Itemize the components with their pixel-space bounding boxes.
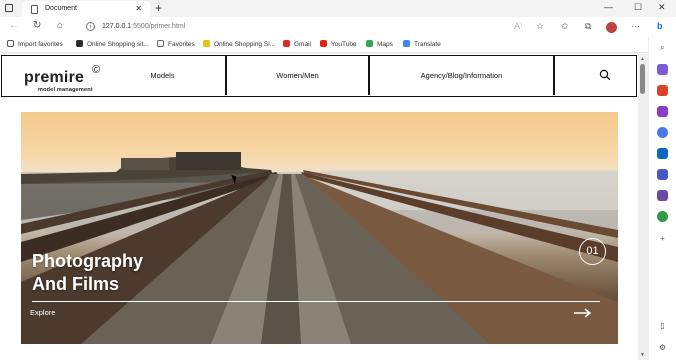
- favorites-bar: Import favorites Online Shopping sit... …: [0, 37, 676, 53]
- favorite-label: Online Shopping sit...: [87, 41, 149, 48]
- hero-slide: Photography And Films 01 Explore: [21, 112, 618, 344]
- shopping-icon: [203, 40, 210, 47]
- tag-icon[interactable]: [657, 64, 668, 75]
- favorite-label: Translate: [414, 41, 441, 48]
- favorite-shopping-1[interactable]: Online Shopping sit...: [76, 40, 149, 48]
- scroll-up-icon[interactable]: ▲: [640, 56, 645, 62]
- drop-icon[interactable]: [657, 190, 668, 201]
- pier-photo: [21, 152, 618, 344]
- favorite-gmail[interactable]: Gmail: [283, 40, 311, 48]
- favorite-translate[interactable]: Translate: [403, 40, 441, 48]
- games-icon[interactable]: [657, 106, 668, 117]
- gmail-icon: [283, 40, 290, 47]
- outlook-icon[interactable]: [657, 148, 668, 159]
- hero-title-line2: And Films: [32, 274, 120, 294]
- collections-icon[interactable]: ⧉: [585, 21, 591, 32]
- tab-title: Document: [45, 5, 77, 12]
- search-sidebar-icon[interactable]: ⌕: [657, 42, 668, 53]
- site-info-icon[interactable]: i: [86, 22, 95, 31]
- toolbox-icon[interactable]: [657, 85, 668, 96]
- favorites-collection-icon[interactable]: ✩: [561, 21, 569, 32]
- search-icon[interactable]: [599, 69, 611, 81]
- site-header: premire © model management Models Women/…: [1, 55, 637, 97]
- more-menu-icon[interactable]: ···: [631, 21, 640, 31]
- maps-icon: [366, 40, 373, 47]
- youtube-icon: [320, 40, 327, 47]
- split-screen-icon[interactable]: ▯: [657, 320, 668, 331]
- favorite-import[interactable]: Import favorites: [7, 40, 63, 48]
- close-tab-icon[interactable]: ✕: [135, 1, 142, 17]
- page-scrollbar[interactable]: ▲ ▼: [638, 54, 648, 360]
- read-aloud-icon[interactable]: A⁾: [514, 21, 522, 32]
- favorite-favorites[interactable]: Favorites: [157, 40, 195, 48]
- import-icon: [7, 40, 14, 47]
- logo-text: premire: [24, 69, 85, 86]
- close-window-icon[interactable]: ✕: [658, 2, 666, 13]
- logo-mark: ©: [92, 64, 101, 76]
- nav-divider: [553, 56, 555, 95]
- site-logo[interactable]: premire ©: [24, 64, 100, 87]
- favorite-label: Import favorites: [18, 41, 63, 48]
- favorite-youtube[interactable]: YouTube: [320, 40, 357, 48]
- favorite-label: Gmail: [294, 41, 311, 48]
- copilot-icon[interactable]: b: [657, 21, 663, 31]
- profile-avatar[interactable]: [606, 22, 617, 33]
- maximize-icon[interactable]: ☐: [634, 2, 642, 13]
- minimize-icon[interactable]: —: [604, 2, 613, 12]
- amazon-icon: [76, 40, 83, 47]
- nav-link-women-men[interactable]: Women/Men: [227, 56, 368, 95]
- web-page: premire © model management Models Women/…: [0, 54, 638, 360]
- document-icon: [31, 5, 38, 14]
- refresh-icon[interactable]: ↻: [33, 20, 41, 31]
- favorite-maps[interactable]: Maps: [366, 40, 393, 48]
- address-bar[interactable]: i 127.0.0.1:5500/primer.html: [82, 20, 502, 34]
- home-icon[interactable]: ⌂: [57, 20, 63, 31]
- new-tab-button[interactable]: +: [155, 0, 162, 16]
- designer-icon[interactable]: [657, 169, 668, 180]
- logo-tagline: model management: [38, 87, 93, 93]
- url-path: :5500/primer.html: [131, 23, 186, 30]
- browser-tab-bar: Document ✕ + — ☐ ✕: [0, 0, 676, 17]
- slide-number-badge: 01: [579, 238, 606, 265]
- favorite-label: YouTube: [331, 41, 357, 48]
- settings-gear-icon[interactable]: ⚙: [657, 342, 668, 353]
- browser-tab-document[interactable]: Document ✕: [22, 1, 150, 17]
- hero-divider: [32, 301, 600, 302]
- browser-sidebar: ⌕ + ▯ ⚙: [648, 37, 676, 360]
- scrollbar-thumb[interactable]: [640, 64, 645, 94]
- folder-icon: [157, 40, 164, 47]
- favorite-label: Online Shopping Si...: [214, 41, 276, 48]
- back-icon[interactable]: ←: [9, 20, 19, 31]
- nav-link-models[interactable]: Models: [126, 56, 199, 95]
- tree-icon[interactable]: [657, 211, 668, 222]
- hero-title-line1: Photography: [32, 251, 143, 271]
- tab-actions-icon[interactable]: [5, 4, 13, 12]
- arrow-right-icon[interactable]: [574, 308, 592, 318]
- translate-icon: [403, 40, 410, 47]
- favorite-shopping-2[interactable]: Online Shopping Si...: [203, 40, 275, 48]
- hero-title: Photography And Films: [32, 250, 143, 296]
- explore-link[interactable]: Explore: [30, 308, 55, 317]
- url-host: 127.0.0.1: [102, 23, 132, 30]
- copilot-sidebar-icon[interactable]: [657, 127, 668, 138]
- favorite-star-icon[interactable]: ☆: [536, 21, 544, 32]
- nav-link-agency-blog-information[interactable]: Agency/Blog/Information: [370, 56, 553, 95]
- favorite-label: Favorites: [168, 41, 195, 48]
- scroll-down-icon[interactable]: ▼: [640, 352, 645, 358]
- favorite-label: Maps: [377, 41, 393, 48]
- address-toolbar: ← ↻ ⌂ i 127.0.0.1:5500/primer.html A⁾ ☆ …: [0, 17, 676, 37]
- add-sidebar-icon[interactable]: +: [657, 233, 668, 244]
